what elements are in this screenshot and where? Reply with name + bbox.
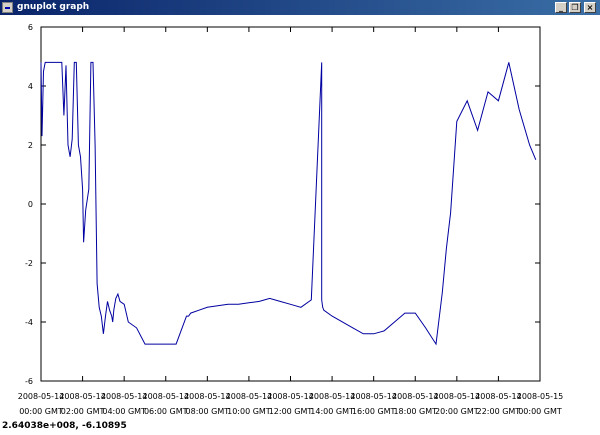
x-tick-date: 2008-05-14: [434, 392, 481, 401]
restore-button[interactable]: ❐: [569, 2, 581, 13]
status-bar: 2.64038e+008, -6.10895: [0, 419, 600, 435]
plot-area[interactable]: -6 -4 -2 0 2 4 6 2008-05-14 00:00 GMT 2008-05-14…: [0, 15, 600, 419]
x-tick-date: 2008-05-15: [517, 392, 564, 401]
y-tick-label: 2: [28, 141, 33, 150]
x-tick-time: 10:00 GMT: [227, 407, 271, 416]
cursor-coordinates: 2.64038e+008, -6.10895: [2, 421, 127, 431]
x-tick-date: 2008-05-14: [18, 392, 65, 401]
app-icon[interactable]: [2, 2, 13, 13]
x-tick-date: 2008-05-14: [309, 392, 356, 401]
x-tick-time: 06:00 GMT: [144, 407, 188, 416]
y-tick-label: -2: [25, 259, 33, 268]
window-title: gnuplot graph: [17, 2, 90, 12]
x-tick-time: 00:00 GMT: [518, 407, 562, 416]
x-tick-date: 2008-05-14: [267, 392, 314, 401]
plot-frame: [40, 26, 541, 382]
x-tick-time: 12:00 GMT: [269, 407, 313, 416]
y-tick-label: -6: [25, 377, 33, 386]
x-tick-time: 02:00 GMT: [61, 407, 105, 416]
x-tick-date: 2008-05-14: [143, 392, 190, 401]
x-tick-time: 16:00 GMT: [352, 407, 396, 416]
x-tick-date: 2008-05-14: [226, 392, 273, 401]
x-tick-date: 2008-05-14: [350, 392, 397, 401]
x-tick-time: 14:00 GMT: [310, 407, 354, 416]
x-tick-time: 08:00 GMT: [186, 407, 230, 416]
minimize-button[interactable]: _: [555, 2, 567, 13]
x-tick-time: 18:00 GMT: [393, 407, 437, 416]
x-tick-date: 2008-05-14: [184, 392, 231, 401]
y-tick-label: 0: [28, 200, 33, 209]
x-tick-time: 20:00 GMT: [435, 407, 479, 416]
title-bar[interactable]: gnuplot graph _ ❐ ×: [0, 0, 600, 15]
x-tick-time: 04:00 GMT: [102, 407, 146, 416]
y-tick-label: 6: [28, 23, 33, 32]
y-tick-label: 4: [28, 82, 33, 91]
x-tick-time: 00:00 GMT: [19, 407, 63, 416]
x-tick-date: 2008-05-14: [59, 392, 106, 401]
series-line: [40, 61, 537, 346]
close-button[interactable]: ×: [584, 2, 596, 13]
x-tick-date: 2008-05-14: [392, 392, 439, 401]
x-tick-date: 2008-05-14: [475, 392, 522, 401]
line-chart: -6 -4 -2 0 2 4 6 2008-05-14 00:00 GMT 2008-05-14…: [18, 23, 564, 416]
y-tick-label: -4: [25, 318, 33, 327]
x-tick-date: 2008-05-14: [101, 392, 148, 401]
x-tick-time: 22:00 GMT: [477, 407, 521, 416]
